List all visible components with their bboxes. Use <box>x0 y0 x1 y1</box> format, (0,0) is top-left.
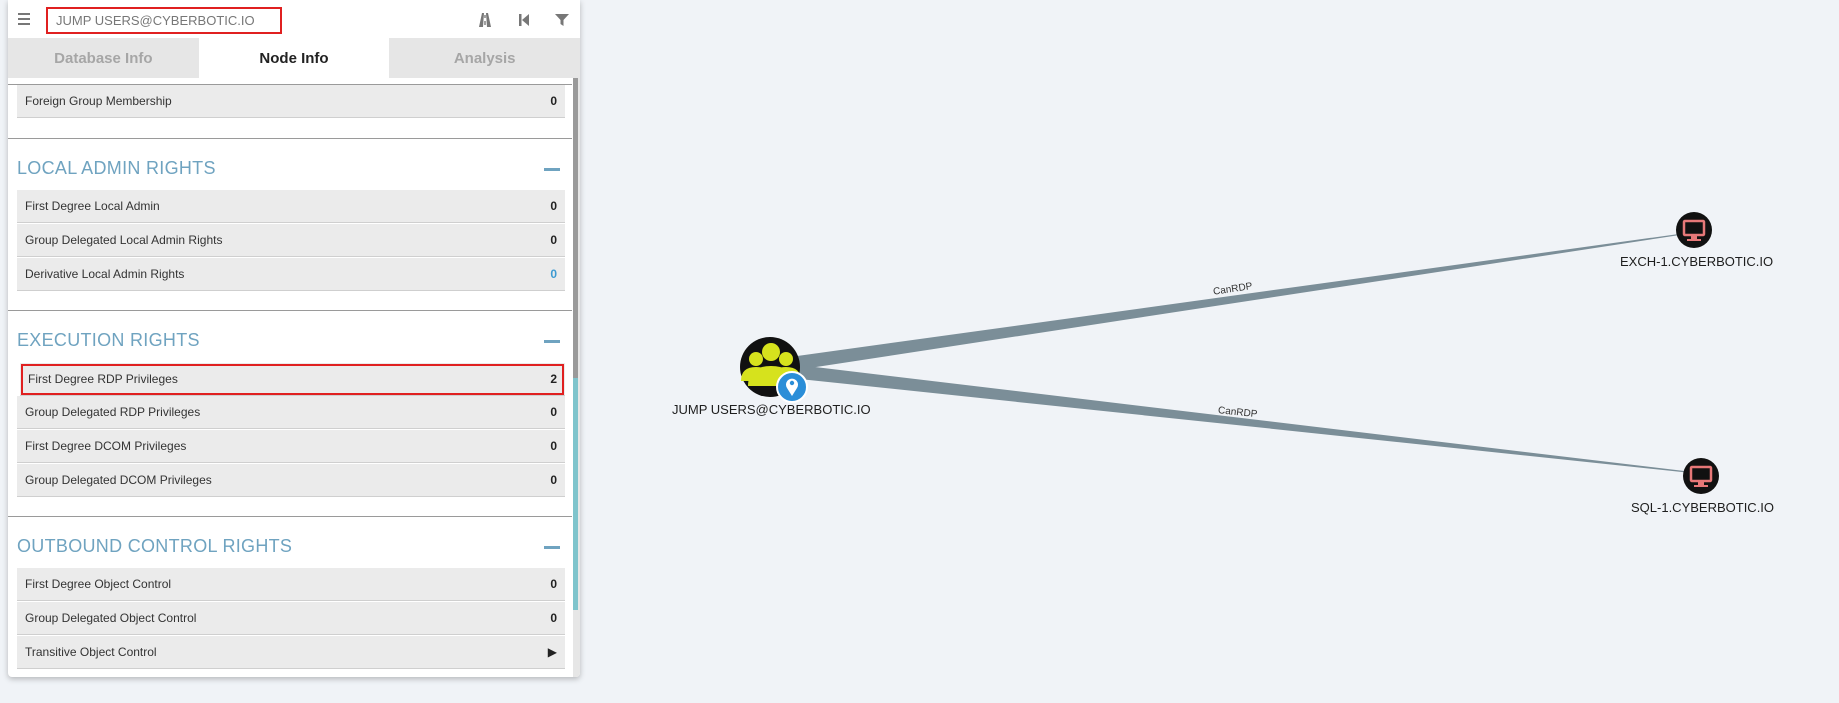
row-value: 0 <box>550 577 557 591</box>
row-derivative-local-admin[interactable]: Derivative Local Admin Rights 0 <box>17 258 565 291</box>
row-first-degree-dcom[interactable]: First Degree DCOM Privileges 0 <box>17 430 565 463</box>
row-label: First Degree Local Admin <box>25 199 160 213</box>
edge-canrdp-exch[interactable]: CanRDP <box>790 232 1693 371</box>
collapse-icon[interactable] <box>544 546 560 549</box>
row-label: Transitive Object Control <box>25 645 157 659</box>
section-divider <box>8 138 572 139</box>
node-label: SQL-1.CYBERBOTIC.IO <box>1631 500 1774 515</box>
row-label: Group Delegated Object Control <box>25 611 197 625</box>
location-pin-icon <box>776 371 808 403</box>
row-value[interactable]: 0 <box>550 267 557 281</box>
edge-canrdp-sql[interactable]: CanRDP <box>790 364 1701 474</box>
road-icon[interactable] <box>477 12 493 28</box>
row-group-delegated-object-control[interactable]: Group Delegated Object Control 0 <box>17 602 565 635</box>
search-bar <box>8 0 580 40</box>
row-value: 0 <box>550 199 557 213</box>
row-label: Group Delegated RDP Privileges <box>25 405 201 419</box>
node-sql-1[interactable]: SQL-1.CYBERBOTIC.IO <box>1631 458 1774 515</box>
row-value: 0 <box>550 94 557 108</box>
node-label: JUMP USERS@CYBERBOTIC.IO <box>672 402 871 417</box>
row-value: 2 <box>550 372 557 386</box>
filter-icon[interactable] <box>554 12 570 28</box>
collapse-icon[interactable] <box>544 340 560 343</box>
row-value: 0 <box>550 473 557 487</box>
section-divider <box>8 310 572 311</box>
skip-back-icon[interactable] <box>516 12 532 28</box>
row-label: Group Delegated Local Admin Rights <box>25 233 223 247</box>
node-label: EXCH-1.CYBERBOTIC.IO <box>1620 254 1773 269</box>
row-group-delegated-rdp[interactable]: Group Delegated RDP Privileges 0 <box>17 396 565 429</box>
row-label: Derivative Local Admin Rights <box>25 267 185 281</box>
menu-icon[interactable] <box>18 13 30 25</box>
node-info-content: Foreign Group Membership 0 LOCAL ADMIN R… <box>8 78 580 677</box>
row-group-delegated-dcom[interactable]: Group Delegated DCOM Privileges 0 <box>17 464 565 497</box>
row-label: First Degree Object Control <box>25 577 172 591</box>
collapse-icon[interactable] <box>544 168 560 171</box>
side-panel: Database Info Node Info Analysis Foreign… <box>8 0 580 677</box>
section-title-outbound: OUTBOUND CONTROL RIGHTS <box>17 536 293 556</box>
section-divider <box>8 516 572 517</box>
row-group-delegated-local-admin[interactable]: Group Delegated Local Admin Rights 0 <box>17 224 565 257</box>
row-label: First Degree DCOM Privileges <box>25 439 187 453</box>
row-first-degree-rdp[interactable]: First Degree RDP Privileges 2 <box>20 363 565 396</box>
section-title-local-admin: LOCAL ADMIN RIGHTS <box>17 158 216 178</box>
section-title-execution: EXECUTION RIGHTS <box>17 330 200 350</box>
row-first-degree-local-admin[interactable]: First Degree Local Admin 0 <box>17 190 565 223</box>
row-label: First Degree RDP Privileges <box>28 372 178 386</box>
row-label: Group Delegated DCOM Privileges <box>25 473 212 487</box>
row-foreign-group-membership[interactable]: Foreign Group Membership 0 <box>17 85 565 118</box>
row-value: 0 <box>550 611 557 625</box>
tab-bar: Database Info Node Info Analysis <box>8 38 580 78</box>
play-icon[interactable]: ▶ <box>548 645 557 659</box>
row-value: 0 <box>550 439 557 453</box>
search-input[interactable] <box>46 7 282 34</box>
tab-analysis[interactable]: Analysis <box>389 38 580 78</box>
row-value: 0 <box>550 233 557 247</box>
row-label: Foreign Group Membership <box>25 94 172 108</box>
tab-database-info[interactable]: Database Info <box>8 38 199 78</box>
scrollbar-thumb-upper[interactable] <box>573 78 578 378</box>
tab-node-info[interactable]: Node Info <box>198 38 390 78</box>
row-value: 0 <box>550 405 557 419</box>
row-transitive-object-control[interactable]: Transitive Object Control ▶ <box>17 636 565 669</box>
row-first-degree-object-control[interactable]: First Degree Object Control 0 <box>17 568 565 601</box>
